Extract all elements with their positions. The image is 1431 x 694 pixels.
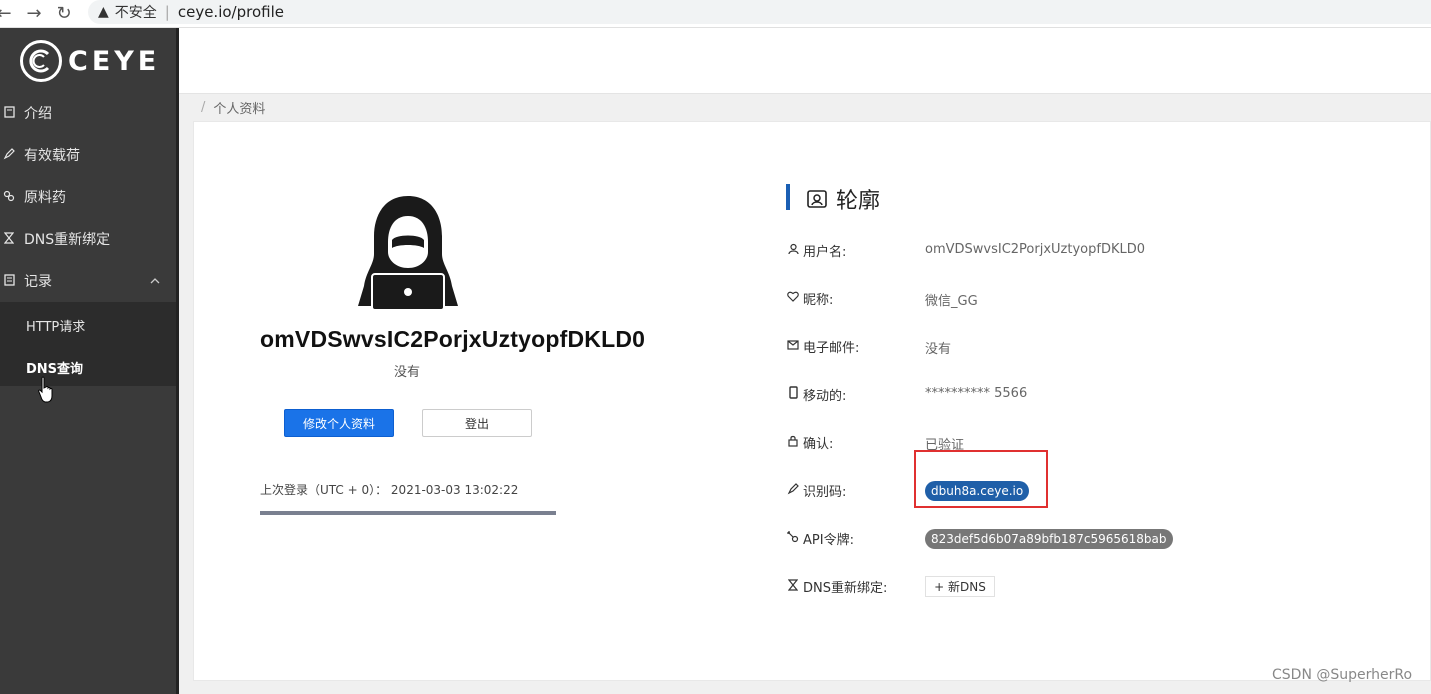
new-dns-button[interactable]: + 新DNS — [925, 576, 995, 597]
field-username: 用户名: — [786, 240, 846, 260]
address-separator: | — [164, 3, 170, 21]
logout-button[interactable]: 登出 — [422, 409, 532, 437]
field-label: 识别码: — [803, 484, 847, 500]
logo-text: CEYE — [68, 45, 161, 77]
breadcrumb: / 个人资料 — [179, 94, 1431, 120]
sidebar-item-label: 介绍 — [24, 106, 52, 122]
records-submenu: HTTP请求 DNS查询 — [0, 302, 176, 386]
breadcrumb-current[interactable]: 个人资料 — [213, 98, 265, 117]
breadcrumb-separator: / — [201, 99, 206, 115]
profile-section-title: 轮廓 — [806, 183, 880, 215]
profile-title-text: 轮廓 — [836, 189, 881, 214]
sidebar: CEYE 介绍 有效载荷 原料药 DNS重新绑定 记录 HTTP请求 DNS查询 — [0, 28, 178, 694]
last-login-text: 上次登录（UTC + 0）： 2021-03-03 13:02:22 — [260, 483, 519, 497]
key-icon — [786, 530, 800, 546]
book-icon — [2, 105, 16, 121]
profile-progress-fill — [260, 511, 556, 515]
lock-icon — [786, 435, 800, 450]
field-label: 确认: — [803, 436, 834, 452]
field-api-token: API令牌: — [786, 528, 854, 548]
sidebar-subitem-http[interactable]: HTTP请求 — [26, 316, 85, 335]
sidebar-divider — [176, 28, 179, 694]
sidebar-item-records[interactable]: 记录 — [0, 260, 176, 302]
field-nickname-value: 微信_GG — [925, 294, 978, 309]
profile-progress-bar — [260, 511, 556, 515]
sidebar-item-payloads[interactable]: 有效载荷 — [0, 134, 176, 176]
list-icon — [2, 273, 16, 289]
field-email-value: 没有 — [925, 342, 952, 357]
annotation-highlight-box — [914, 450, 1048, 508]
forward-icon[interactable]: → — [24, 3, 44, 24]
profile-nickname: 没有 — [394, 365, 421, 380]
field-identifier: 识别码: — [786, 480, 846, 500]
field-confirm: 确认: — [786, 432, 833, 452]
sidebar-item-label: DNS重新绑定 — [24, 232, 111, 248]
rocket-icon — [2, 147, 16, 163]
address-bar[interactable]: ▲ 不安全 | ceye.io/profile — [88, 0, 1431, 24]
api-token-value[interactable]: 823def5d6b07a89bfb187c5965618bab — [925, 529, 1173, 549]
back-icon[interactable]: ← — [0, 3, 14, 24]
phone-icon — [786, 386, 800, 402]
field-label: API令牌: — [803, 532, 854, 548]
rocket-icon — [786, 482, 800, 498]
link-icon — [2, 190, 16, 205]
top-header — [179, 28, 1431, 94]
hand-cursor-icon — [38, 376, 53, 403]
hourglass-icon — [786, 578, 800, 594]
edit-profile-button[interactable]: 修改个人资料 — [284, 409, 394, 437]
watermark: CSDN @SuperherRo — [1272, 667, 1413, 683]
reload-icon[interactable]: ↻ — [54, 3, 74, 24]
field-mobile: 移动的: — [786, 384, 846, 404]
field-label: 用户名: — [803, 244, 847, 260]
section-accent-bar — [786, 184, 790, 210]
field-label: 电子邮件: — [803, 340, 860, 356]
field-label: 移动的: — [803, 388, 847, 404]
browser-toolbar: ← → ↻ ▲ 不安全 | ceye.io/profile — [0, 0, 1431, 28]
sidebar-subitem-dns[interactable]: DNS查询 — [26, 358, 83, 377]
logo[interactable]: CEYE — [20, 40, 160, 82]
field-mobile-value: ********** 5566 — [925, 386, 1028, 401]
hacker-avatar-icon — [358, 196, 458, 311]
field-nickname: 昵称: — [786, 288, 833, 308]
sidebar-item-label: 有效载荷 — [24, 148, 80, 164]
warning-icon[interactable]: ▲ — [98, 4, 109, 20]
sidebar-item-label: 原料药 — [24, 190, 66, 206]
field-email: 电子邮件: — [786, 336, 859, 356]
field-label: DNS重新绑定: — [803, 580, 888, 596]
sidebar-item-label: 记录 — [24, 274, 52, 290]
profile-username: omVDSwvsIC2PorjxUztyopfDKLD0 — [260, 326, 646, 352]
hourglass-icon — [2, 231, 16, 247]
sidebar-item-dns-rebinding[interactable]: DNS重新绑定 — [0, 218, 176, 260]
url-text[interactable]: ceye.io/profile — [178, 3, 284, 21]
logo-mark-icon — [20, 40, 62, 82]
field-label: 昵称: — [803, 292, 834, 308]
chevron-up-icon[interactable] — [150, 276, 160, 287]
heart-icon — [786, 291, 800, 305]
user-icon — [786, 243, 800, 258]
field-username-value: omVDSwvsIC2PorjxUztyopfDKLD0 — [925, 242, 1146, 257]
id-card-icon — [807, 190, 827, 208]
sidebar-item-intro[interactable]: 介绍 — [0, 92, 176, 134]
mail-icon — [786, 339, 800, 353]
field-dns-rebinding: DNS重新绑定: — [786, 576, 887, 596]
security-label[interactable]: 不安全 — [115, 2, 157, 22]
sidebar-item-api[interactable]: 原料药 — [0, 176, 176, 218]
